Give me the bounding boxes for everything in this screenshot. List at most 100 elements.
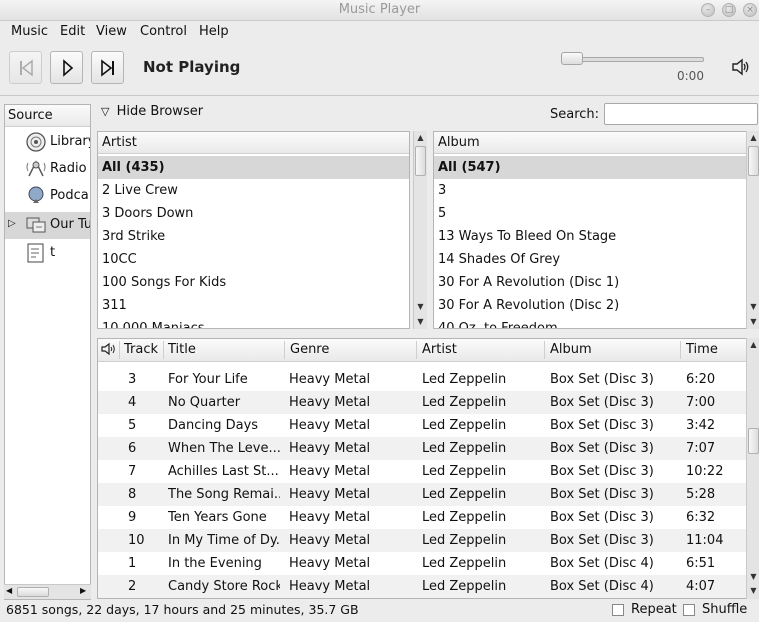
table-row[interactable]: 5 Dancing Days Heavy Metal Led Zeppelin Box … xyxy=(98,414,746,437)
list-item[interactable]: 10CC xyxy=(98,248,137,271)
column-header-album[interactable]: Album xyxy=(550,342,592,357)
scroll-up-icon[interactable]: ▲ xyxy=(747,131,759,145)
source-item-radio[interactable]: Radio xyxy=(5,156,90,183)
scroll-down-icon[interactable]: ▼ xyxy=(747,584,759,598)
genre-cell: Heavy Metal xyxy=(289,372,371,387)
menu-control[interactable]: Control xyxy=(140,24,187,39)
column-header-title[interactable]: Title xyxy=(168,342,196,357)
maximize-button[interactable]: □ xyxy=(722,3,736,17)
elapsed-time: 0:00 xyxy=(677,69,704,83)
shuffle-checkbox[interactable] xyxy=(683,604,695,616)
list-item[interactable]: 100 Songs For Kids xyxy=(98,271,226,294)
time-cell: 4:07 xyxy=(686,579,716,594)
track-number-cell: 8 xyxy=(128,487,137,502)
scroll-right-icon[interactable]: ▶ xyxy=(80,586,86,595)
skip-forward-icon xyxy=(101,59,114,77)
list-item[interactable]: All (547) xyxy=(434,156,746,179)
minimize-button[interactable]: – xyxy=(701,3,715,17)
scroll-thumb[interactable] xyxy=(748,146,759,176)
list-item[interactable]: 5 xyxy=(434,202,446,225)
now-playing-label: Not Playing xyxy=(143,58,241,76)
source-hscrollbar[interactable]: ◀ ▶ xyxy=(4,584,91,599)
source-item-our-tunes[interactable]: ▷ Our Tu xyxy=(5,212,90,239)
list-item[interactable]: 30 For A Revolution (Disc 2) xyxy=(434,294,619,317)
list-item[interactable]: 3 xyxy=(434,179,446,202)
table-row[interactable]: 7 Achilles Last St... Heavy Metal Led Zeppe… xyxy=(98,460,746,483)
list-item[interactable]: All (435) xyxy=(98,156,409,179)
title-cell: In My Time of Dy... xyxy=(168,533,280,548)
time-cell: 3:42 xyxy=(686,418,716,433)
source-header[interactable]: Source xyxy=(5,105,90,127)
list-item[interactable]: 2 Live Crew xyxy=(98,179,178,202)
menu-view[interactable]: View xyxy=(96,24,127,39)
column-header-track[interactable]: Track xyxy=(124,342,158,357)
artist-cell: Led Zeppelin xyxy=(422,533,507,548)
seek-slider-handle[interactable] xyxy=(561,52,583,65)
column-header-time[interactable]: Time xyxy=(686,342,718,357)
list-item[interactable]: 10,000 Maniacs xyxy=(98,317,205,328)
album-cell: Box Set (Disc 3) xyxy=(550,510,654,525)
list-item[interactable]: 13 Ways To Bleed On Stage xyxy=(434,225,616,248)
scroll-down-icon[interactable]: ▼ xyxy=(747,315,759,329)
repeat-checkbox[interactable] xyxy=(612,604,624,616)
title-cell: Dancing Days xyxy=(168,418,259,433)
source-item-label: Our Tu xyxy=(50,217,91,232)
source-item-podcast[interactable]: Podca xyxy=(5,183,90,210)
volume-button[interactable] xyxy=(731,58,751,79)
source-item-playlist[interactable]: t xyxy=(5,240,90,267)
table-row[interactable]: 8 The Song Remai... Heavy Metal Led Zeppeli… xyxy=(98,483,746,506)
table-row[interactable]: 3 For Your Life Heavy Metal Led Zeppelin Box… xyxy=(98,368,746,391)
repeat-label[interactable]: Repeat xyxy=(631,602,677,617)
scroll-down-icon[interactable]: ▼ xyxy=(414,300,427,314)
shuffle-label[interactable]: Shuffle xyxy=(702,602,747,617)
list-item[interactable]: 3 Doors Down xyxy=(98,202,193,225)
table-row[interactable]: 2 Candy Store Rock Heavy Metal Led Zeppelin… xyxy=(98,575,746,598)
scroll-thumb[interactable] xyxy=(415,146,426,176)
list-item[interactable]: 30 For A Revolution (Disc 1) xyxy=(434,271,619,294)
scroll-up-icon[interactable]: ▲ xyxy=(747,338,759,352)
table-row[interactable]: 6 When The Leve... Heavy Metal Led Zeppelin… xyxy=(98,437,746,460)
now-playing-column-icon[interactable] xyxy=(101,342,117,359)
artist-cell: Led Zeppelin xyxy=(422,418,507,433)
artist-cell: Led Zeppelin xyxy=(422,487,507,502)
table-row[interactable]: 4 No Quarter Heavy Metal Led Zeppelin Box Se… xyxy=(98,391,746,414)
scroll-thumb[interactable] xyxy=(748,428,759,454)
column-header-artist[interactable]: Artist xyxy=(422,342,457,357)
menu-edit[interactable]: Edit xyxy=(60,24,85,39)
search-input[interactable] xyxy=(604,103,758,125)
artist-column-header[interactable]: Artist xyxy=(98,132,409,154)
source-item-label: Library xyxy=(50,134,91,149)
hide-browser-toggle[interactable]: ▽ Hide Browser xyxy=(101,104,203,119)
table-row[interactable]: 10 In My Time of Dy... Heavy Metal Led Zepp… xyxy=(98,529,746,552)
previous-button[interactable] xyxy=(9,51,42,84)
menu-help[interactable]: Help xyxy=(199,24,229,39)
podcast-icon xyxy=(25,185,47,210)
list-item[interactable]: 14 Shades Of Grey xyxy=(434,248,560,271)
table-row[interactable]: 9 Ten Years Gone Heavy Metal Led Zeppelin Bo… xyxy=(98,506,746,529)
expander-arrow-icon[interactable]: ▷ xyxy=(8,218,16,229)
scroll-left-icon[interactable]: ◀ xyxy=(6,586,12,595)
scroll-down-icon[interactable]: ▼ xyxy=(747,570,759,584)
scroll-thumb[interactable] xyxy=(17,587,49,597)
menu-music[interactable]: Music xyxy=(11,24,48,39)
track-number-cell: 1 xyxy=(128,556,137,571)
genre-cell: Heavy Metal xyxy=(289,579,371,594)
close-button[interactable]: × xyxy=(743,3,757,17)
column-header-genre[interactable]: Genre xyxy=(290,342,329,357)
table-row[interactable]: 1 In the Evening Heavy Metal Led Zeppelin Bo… xyxy=(98,552,746,575)
play-button[interactable] xyxy=(50,51,83,84)
time-cell: 11:04 xyxy=(686,533,724,548)
artist-scrollbar[interactable]: ▲ ▼ ▼ xyxy=(413,131,427,329)
scroll-up-icon[interactable]: ▲ xyxy=(414,131,427,145)
album-column-header[interactable]: Album xyxy=(434,132,746,154)
list-item[interactable]: 311 xyxy=(98,294,127,317)
album-scrollbar[interactable]: ▲ ▼ ▼ xyxy=(746,131,759,329)
source-item-library[interactable]: Library xyxy=(5,129,90,156)
list-item[interactable]: 3rd Strike xyxy=(98,225,165,248)
tracklist-scrollbar[interactable]: ▲ ▼ ▼ xyxy=(746,338,759,599)
time-cell: 10:22 xyxy=(686,464,724,479)
scroll-down-icon[interactable]: ▼ xyxy=(414,315,427,329)
scroll-down-icon[interactable]: ▼ xyxy=(747,300,759,314)
next-button[interactable] xyxy=(91,51,124,84)
list-item[interactable]: 40 Oz. to Freedom xyxy=(434,317,558,328)
